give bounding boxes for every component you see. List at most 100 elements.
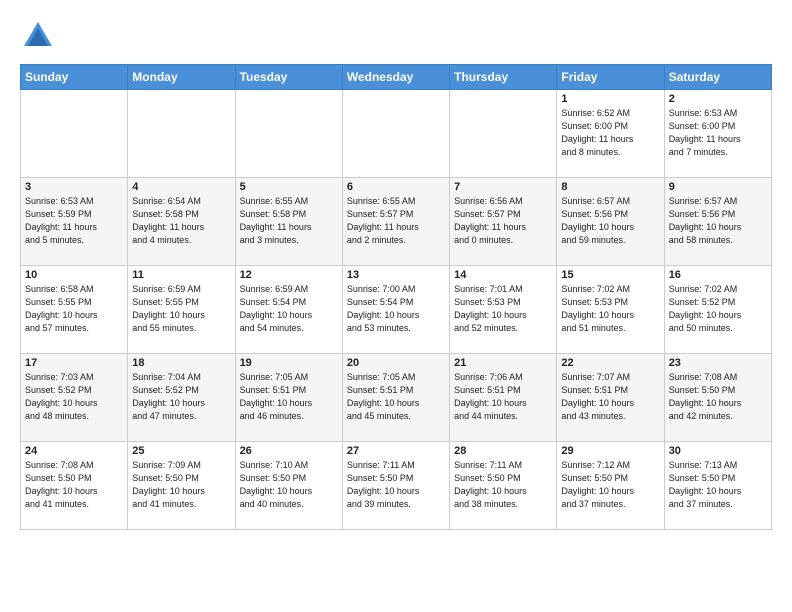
day-info: Sunrise: 6:54 AM Sunset: 5:58 PM Dayligh… [132, 195, 230, 247]
day-number: 6 [347, 181, 445, 193]
calendar-cell: 29 Sunrise: 7:12 AM Sunset: 5:50 PM Dayli… [557, 442, 664, 530]
day-info: Sunrise: 7:08 AM Sunset: 5:50 PM Dayligh… [25, 459, 123, 511]
day-info: Sunrise: 6:53 AM Sunset: 6:00 PM Dayligh… [669, 107, 767, 159]
day-info: Sunrise: 6:53 AM Sunset: 5:59 PM Dayligh… [25, 195, 123, 247]
day-info: Sunrise: 6:55 AM Sunset: 5:57 PM Dayligh… [347, 195, 445, 247]
calendar-cell [450, 90, 557, 178]
calendar-cell: 20 Sunrise: 7:05 AM Sunset: 5:51 PM Dayli… [342, 354, 449, 442]
header-day-tuesday: Tuesday [235, 65, 342, 90]
day-number: 28 [454, 445, 552, 457]
day-number: 7 [454, 181, 552, 193]
day-number: 11 [132, 269, 230, 281]
calendar-cell: 10 Sunrise: 6:58 AM Sunset: 5:55 PM Dayli… [21, 266, 128, 354]
day-number: 13 [347, 269, 445, 281]
day-number: 9 [669, 181, 767, 193]
day-number: 25 [132, 445, 230, 457]
week-row-4: 17 Sunrise: 7:03 AM Sunset: 5:52 PM Dayli… [21, 354, 772, 442]
calendar-cell: 3Sunrise: 6:53 AM Sunset: 5:59 PM Daylig… [21, 178, 128, 266]
day-number: 30 [669, 445, 767, 457]
day-number: 29 [561, 445, 659, 457]
calendar-cell: 22 Sunrise: 7:07 AM Sunset: 5:51 PM Dayli… [557, 354, 664, 442]
day-number: 17 [25, 357, 123, 369]
calendar-cell: 16 Sunrise: 7:02 AM Sunset: 5:52 PM Dayli… [664, 266, 771, 354]
day-number: 4 [132, 181, 230, 193]
day-number: 20 [347, 357, 445, 369]
day-info: Sunrise: 7:00 AM Sunset: 5:54 PM Dayligh… [347, 283, 445, 335]
calendar-cell: 15Sunrise: 7:02 AM Sunset: 5:53 PM Dayli… [557, 266, 664, 354]
header-day-saturday: Saturday [664, 65, 771, 90]
day-info: Sunrise: 6:59 AM Sunset: 5:55 PM Dayligh… [132, 283, 230, 335]
day-info: Sunrise: 6:57 AM Sunset: 5:56 PM Dayligh… [561, 195, 659, 247]
day-number: 10 [25, 269, 123, 281]
header-row: SundayMondayTuesdayWednesdayThursdayFrid… [21, 65, 772, 90]
calendar-cell [21, 90, 128, 178]
logo [20, 18, 60, 54]
calendar-cell: 4 Sunrise: 6:54 AM Sunset: 5:58 PM Daylig… [128, 178, 235, 266]
day-info: Sunrise: 6:57 AM Sunset: 5:56 PM Dayligh… [669, 195, 767, 247]
week-row-3: 10 Sunrise: 6:58 AM Sunset: 5:55 PM Dayli… [21, 266, 772, 354]
calendar-cell: 13 Sunrise: 7:00 AM Sunset: 5:54 PM Dayli… [342, 266, 449, 354]
day-number: 27 [347, 445, 445, 457]
calendar-cell: 9 Sunrise: 6:57 AM Sunset: 5:56 PM Daylig… [664, 178, 771, 266]
week-row-2: 3Sunrise: 6:53 AM Sunset: 5:59 PM Daylig… [21, 178, 772, 266]
calendar-cell: 12 Sunrise: 6:59 AM Sunset: 5:54 PM Dayli… [235, 266, 342, 354]
header-day-sunday: Sunday [21, 65, 128, 90]
calendar-cell: 28 Sunrise: 7:11 AM Sunset: 5:50 PM Dayli… [450, 442, 557, 530]
header-day-thursday: Thursday [450, 65, 557, 90]
day-number: 26 [240, 445, 338, 457]
day-number: 22 [561, 357, 659, 369]
day-info: Sunrise: 7:08 AM Sunset: 5:50 PM Dayligh… [669, 371, 767, 423]
week-row-5: 24 Sunrise: 7:08 AM Sunset: 5:50 PM Dayli… [21, 442, 772, 530]
calendar-cell: 2 Sunrise: 6:53 AM Sunset: 6:00 PM Daylig… [664, 90, 771, 178]
calendar-cell: 27 Sunrise: 7:11 AM Sunset: 5:50 PM Dayli… [342, 442, 449, 530]
day-info: Sunrise: 6:59 AM Sunset: 5:54 PM Dayligh… [240, 283, 338, 335]
day-info: Sunrise: 7:05 AM Sunset: 5:51 PM Dayligh… [240, 371, 338, 423]
calendar-cell: 11 Sunrise: 6:59 AM Sunset: 5:55 PM Dayli… [128, 266, 235, 354]
day-number: 8 [561, 181, 659, 193]
day-info: Sunrise: 7:06 AM Sunset: 5:51 PM Dayligh… [454, 371, 552, 423]
day-number: 14 [454, 269, 552, 281]
day-number: 12 [240, 269, 338, 281]
day-number: 19 [240, 357, 338, 369]
day-info: Sunrise: 7:01 AM Sunset: 5:53 PM Dayligh… [454, 283, 552, 335]
calendar-cell: 19 Sunrise: 7:05 AM Sunset: 5:51 PM Dayli… [235, 354, 342, 442]
calendar-cell: 14 Sunrise: 7:01 AM Sunset: 5:53 PM Dayli… [450, 266, 557, 354]
day-info: Sunrise: 7:11 AM Sunset: 5:50 PM Dayligh… [454, 459, 552, 511]
calendar-cell: 30Sunrise: 7:13 AM Sunset: 5:50 PM Dayli… [664, 442, 771, 530]
header-day-wednesday: Wednesday [342, 65, 449, 90]
calendar-cell [235, 90, 342, 178]
day-number: 21 [454, 357, 552, 369]
day-number: 23 [669, 357, 767, 369]
day-info: Sunrise: 7:02 AM Sunset: 5:52 PM Dayligh… [669, 283, 767, 335]
calendar-cell: 7 Sunrise: 6:56 AM Sunset: 5:57 PM Daylig… [450, 178, 557, 266]
day-info: Sunrise: 6:58 AM Sunset: 5:55 PM Dayligh… [25, 283, 123, 335]
header-day-monday: Monday [128, 65, 235, 90]
calendar-cell: 23 Sunrise: 7:08 AM Sunset: 5:50 PM Dayli… [664, 354, 771, 442]
day-number: 2 [669, 93, 767, 105]
calendar-cell [342, 90, 449, 178]
calendar-table: SundayMondayTuesdayWednesdayThursdayFrid… [20, 64, 772, 530]
day-info: Sunrise: 7:12 AM Sunset: 5:50 PM Dayligh… [561, 459, 659, 511]
day-info: Sunrise: 6:56 AM Sunset: 5:57 PM Dayligh… [454, 195, 552, 247]
logo-icon [20, 18, 56, 54]
day-number: 24 [25, 445, 123, 457]
day-number: 18 [132, 357, 230, 369]
day-number: 1 [561, 93, 659, 105]
day-number: 15 [561, 269, 659, 281]
day-info: Sunrise: 6:52 AM Sunset: 6:00 PM Dayligh… [561, 107, 659, 159]
calendar-body: 1 Sunrise: 6:52 AM Sunset: 6:00 PM Daylig… [21, 90, 772, 530]
header [20, 18, 772, 54]
day-info: Sunrise: 6:55 AM Sunset: 5:58 PM Dayligh… [240, 195, 338, 247]
day-info: Sunrise: 7:04 AM Sunset: 5:52 PM Dayligh… [132, 371, 230, 423]
day-info: Sunrise: 7:11 AM Sunset: 5:50 PM Dayligh… [347, 459, 445, 511]
calendar-cell: 6 Sunrise: 6:55 AM Sunset: 5:57 PM Daylig… [342, 178, 449, 266]
calendar-cell: 25Sunrise: 7:09 AM Sunset: 5:50 PM Dayli… [128, 442, 235, 530]
day-info: Sunrise: 7:07 AM Sunset: 5:51 PM Dayligh… [561, 371, 659, 423]
day-info: Sunrise: 7:03 AM Sunset: 5:52 PM Dayligh… [25, 371, 123, 423]
header-day-friday: Friday [557, 65, 664, 90]
day-number: 5 [240, 181, 338, 193]
day-info: Sunrise: 7:10 AM Sunset: 5:50 PM Dayligh… [240, 459, 338, 511]
day-info: Sunrise: 7:05 AM Sunset: 5:51 PM Dayligh… [347, 371, 445, 423]
day-number: 16 [669, 269, 767, 281]
calendar-cell: 24 Sunrise: 7:08 AM Sunset: 5:50 PM Dayli… [21, 442, 128, 530]
